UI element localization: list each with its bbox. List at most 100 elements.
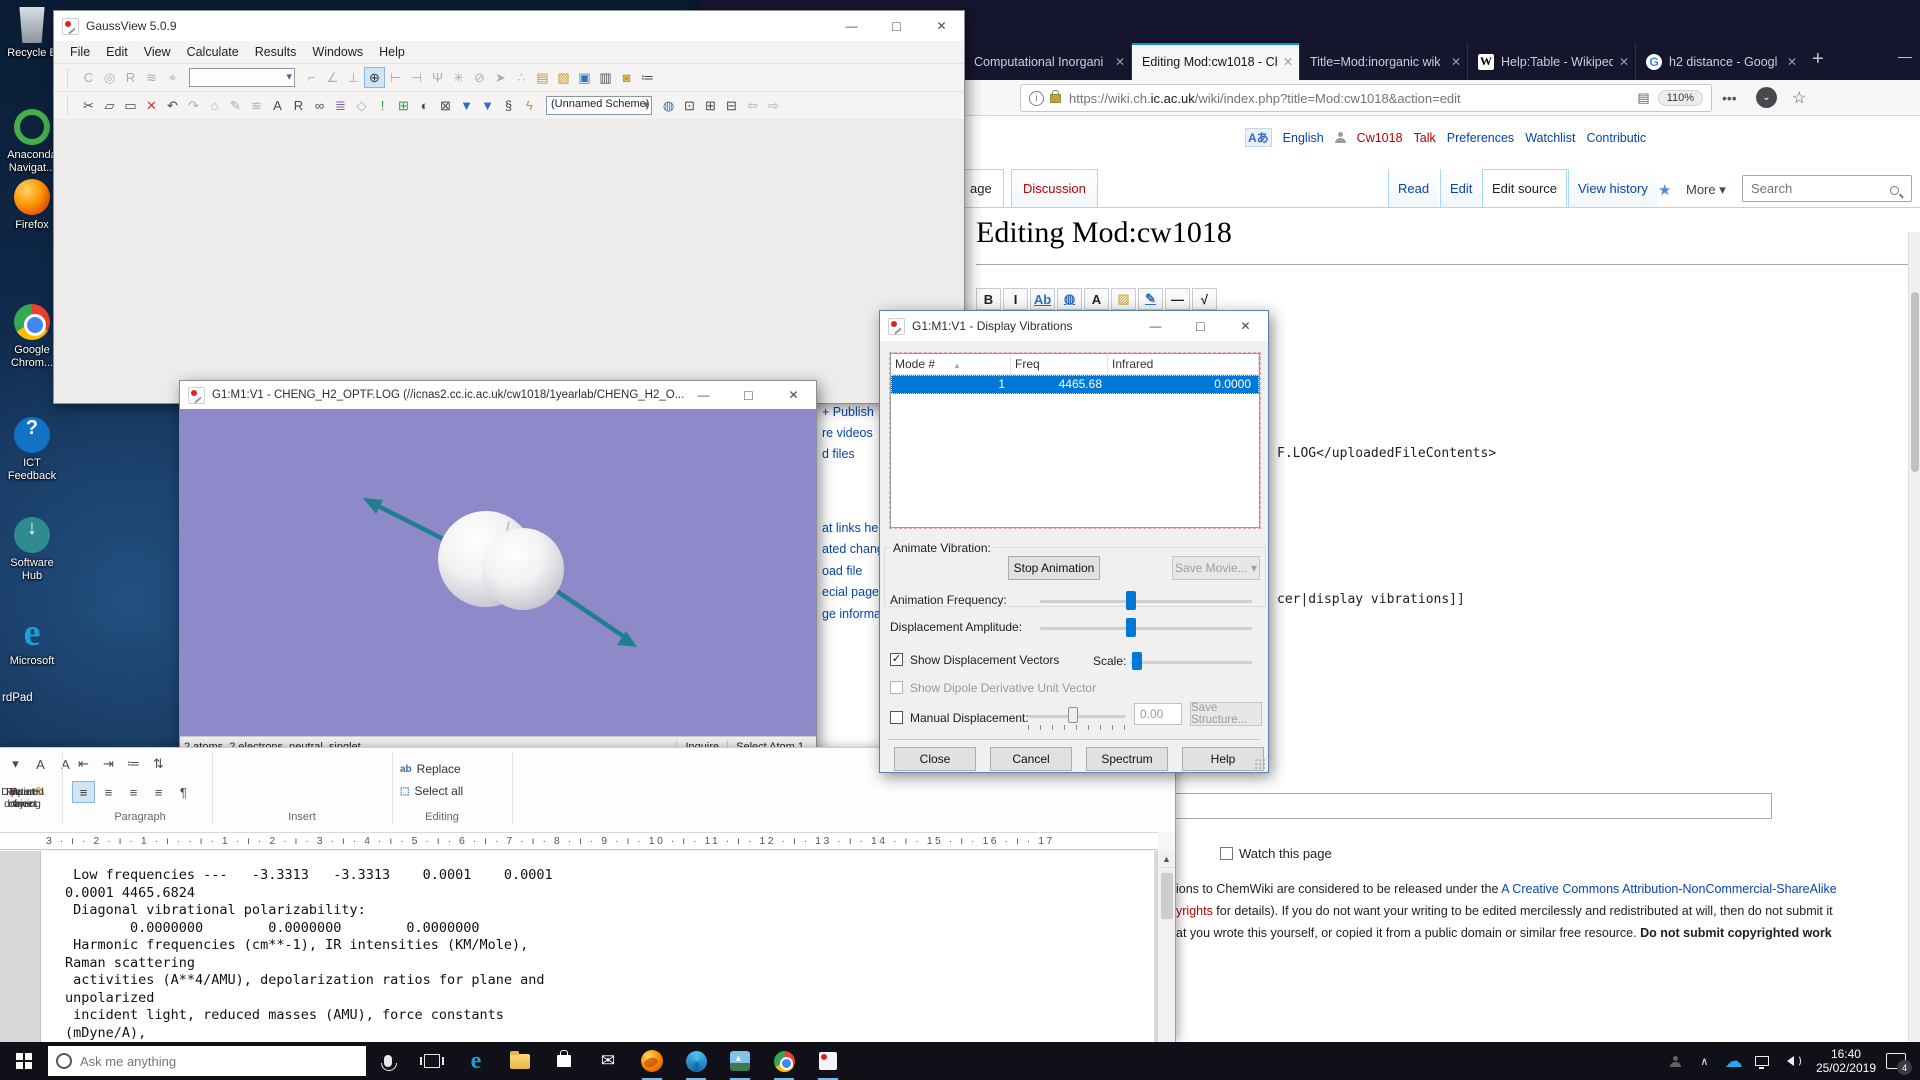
close-button[interactable] <box>919 11 964 41</box>
browser-tab[interactable]: Computational Inorgani ✕ <box>963 43 1131 80</box>
close-button[interactable] <box>1223 311 1268 341</box>
toolbar-icon[interactable]: ∴ <box>511 67 532 88</box>
edit-toolbar-icon[interactable]: — <box>1165 288 1190 310</box>
menu-item[interactable]: View <box>136 45 179 59</box>
watch-checkbox[interactable] <box>1220 847 1233 860</box>
toolbar-icon[interactable]: ϟ <box>519 95 540 116</box>
show-displacement-checkbox[interactable]: ✓ <box>890 653 903 666</box>
paragraph-toolbar-icon[interactable]: ⇤ <box>72 753 95 775</box>
toolbar-icon[interactable]: R <box>288 95 309 116</box>
manual-displacement-checkbox[interactable] <box>890 711 903 724</box>
url-bar[interactable]: i https://wiki.ch.ic.ac.uk/wiki/index.ph… <box>1020 84 1712 112</box>
help-button[interactable]: Help <box>1182 747 1264 771</box>
network-icon[interactable] <box>1748 1042 1777 1080</box>
taskbar-chrome[interactable] <box>762 1042 806 1080</box>
toolbar-icon[interactable]: ▥ <box>595 67 616 88</box>
toolbar-icon[interactable]: A <box>267 95 288 116</box>
paragraph-toolbar-icon[interactable]: ≔ <box>122 753 145 775</box>
menu-item[interactable]: Calculate <box>179 45 247 59</box>
cancel-button[interactable]: Cancel <box>990 747 1072 771</box>
browser-tab[interactable]: Editing Mod:cw1018 - Ch ✕ <box>1131 43 1299 80</box>
browser-tab[interactable]: h2 distance - Googl ✕ <box>1635 43 1803 80</box>
taskbar-gaussview[interactable] <box>806 1042 850 1080</box>
slider-thumb[interactable] <box>1126 618 1136 637</box>
toolbar-icon[interactable]: ≔ <box>637 67 658 88</box>
browser-minimize-button[interactable]: — <box>1898 48 1912 64</box>
show-dipole-checkbox[interactable] <box>890 681 903 694</box>
toolbar-icon[interactable]: ✎ <box>225 95 246 116</box>
watch-star-icon[interactable]: ★ <box>1658 181 1671 199</box>
wiki-search-input[interactable] <box>1742 175 1912 202</box>
element-combo[interactable] <box>189 68 295 87</box>
wiki-tab-edit[interactable]: Edit <box>1440 169 1481 207</box>
new-tab-button[interactable]: + <box>1812 48 1824 71</box>
alignment-icon[interactable]: ≡ <box>147 781 170 803</box>
modes-table-header[interactable]: Mode #▲ Freq Infrared <box>891 354 1259 375</box>
desktop-icon-edge[interactable]: e Microsoft <box>0 614 64 668</box>
toolbar-icon[interactable]: ✕ <box>141 95 162 116</box>
close-button[interactable] <box>771 381 816 409</box>
scrollbar-thumb[interactable] <box>1911 292 1919 472</box>
toolbar-icon[interactable]: ∞ <box>309 95 330 116</box>
slider-thumb[interactable] <box>1132 652 1142 670</box>
pocket-icon[interactable]: ⌄ <box>1756 87 1777 108</box>
wiki-more-menu[interactable]: More ▾ <box>1686 182 1726 198</box>
resize-grip[interactable] <box>1255 759 1265 769</box>
replace-button[interactable]: abReplace <box>400 758 463 780</box>
molecule-titlebar[interactable]: G1:M1:V1 - CHENG_H2_OPTF.LOG (//icnas2.c… <box>180 381 816 409</box>
toolbar-icon[interactable]: ⊘ <box>469 67 490 88</box>
scheme-combo[interactable]: (Unnamed Scheme) <box>546 96 652 115</box>
slider-thumb[interactable] <box>1126 591 1136 610</box>
toolbar-icon[interactable]: ≌ <box>246 95 267 116</box>
taskbar-photos[interactable] <box>718 1042 762 1080</box>
taskbar-search[interactable] <box>48 1046 366 1076</box>
onedrive-icon[interactable]: ☁ <box>1719 1042 1748 1080</box>
save-movie-button[interactable]: Save Movie... ▾ <box>1172 556 1260 580</box>
toolbar-icon[interactable]: ∠ <box>322 67 343 88</box>
toolbar-icon[interactable]: ▣ <box>574 67 595 88</box>
page-scrollbar[interactable] <box>1908 232 1920 1042</box>
reader-mode-icon[interactable]: ▤ <box>1637 90 1649 106</box>
edit-toolbar-icon[interactable]: I <box>1003 288 1028 310</box>
toolbar-icon[interactable]: ⌐ <box>301 67 322 88</box>
search-input[interactable] <box>80 1054 320 1069</box>
taskbar-edge[interactable]: e <box>454 1042 498 1080</box>
alignment-icon[interactable]: ≡ <box>72 781 95 803</box>
page-info-icon[interactable]: i <box>1029 91 1044 106</box>
column-mode[interactable]: Mode #▲ <box>891 354 1011 374</box>
toolbar-icon[interactable]: ≋ <box>141 67 162 88</box>
volume-icon[interactable] <box>1777 1042 1806 1080</box>
wordpad-document[interactable]: Low frequencies --- -3.3313 -3.3313 0.00… <box>40 851 1154 1042</box>
wordpad-ruler[interactable]: 3 · ı · 2 · ı · 1 · ı · · ı · 1 · ı · 2 … <box>0 832 1158 850</box>
toolbar-icon[interactable]: ▭ <box>120 95 141 116</box>
edit-summary-input[interactable] <box>1100 793 1772 819</box>
search-icon[interactable] <box>1890 186 1899 195</box>
toolbar-icon[interactable]: ⊢ <box>385 67 406 88</box>
toolbar-icon[interactable]: ⊞ <box>700 95 721 116</box>
maximize-button[interactable] <box>1178 311 1223 341</box>
toolbar-icon[interactable]: ⊟ <box>721 95 742 116</box>
toolbar-icon[interactable]: Ψ <box>427 67 448 88</box>
tab-close-icon[interactable]: ✕ <box>1109 55 1125 69</box>
wiki-tab-view-history[interactable]: View history <box>1568 169 1657 207</box>
close-dialog-button[interactable]: Close <box>894 747 976 771</box>
toolbar-icon[interactable]: ⊡ <box>679 95 700 116</box>
toolbar-icon[interactable]: ◙ <box>616 67 637 88</box>
toolbar-icon[interactable]: ↷ <box>183 95 204 116</box>
minimize-button[interactable] <box>829 11 874 41</box>
page-actions-icon[interactable]: ••• <box>1722 90 1737 106</box>
toolbar-icon[interactable]: ▼ <box>456 95 477 116</box>
toolbar-icon[interactable]: C <box>78 67 99 88</box>
maximize-button[interactable] <box>874 11 919 41</box>
menu-item[interactable]: Help <box>371 45 413 59</box>
people-icon[interactable] <box>1661 1042 1690 1080</box>
stop-animation-button[interactable]: Stop Animation <box>1008 556 1100 580</box>
bookmark-star-icon[interactable]: ☆ <box>1792 88 1806 108</box>
toolbar-icon[interactable]: ◍ <box>658 95 679 116</box>
taskbar-store[interactable] <box>542 1042 586 1080</box>
toolbar-icon[interactable]: ▼ <box>477 95 498 116</box>
toolbar-icon[interactable]: ⇨ <box>763 95 784 116</box>
taskbar-clock[interactable]: 16:40 25/02/2019 <box>1806 1047 1886 1075</box>
gaussview-titlebar[interactable]: GaussView 5.0.9 <box>54 11 964 41</box>
toolbar-icon[interactable]: ⇦ <box>742 95 763 116</box>
